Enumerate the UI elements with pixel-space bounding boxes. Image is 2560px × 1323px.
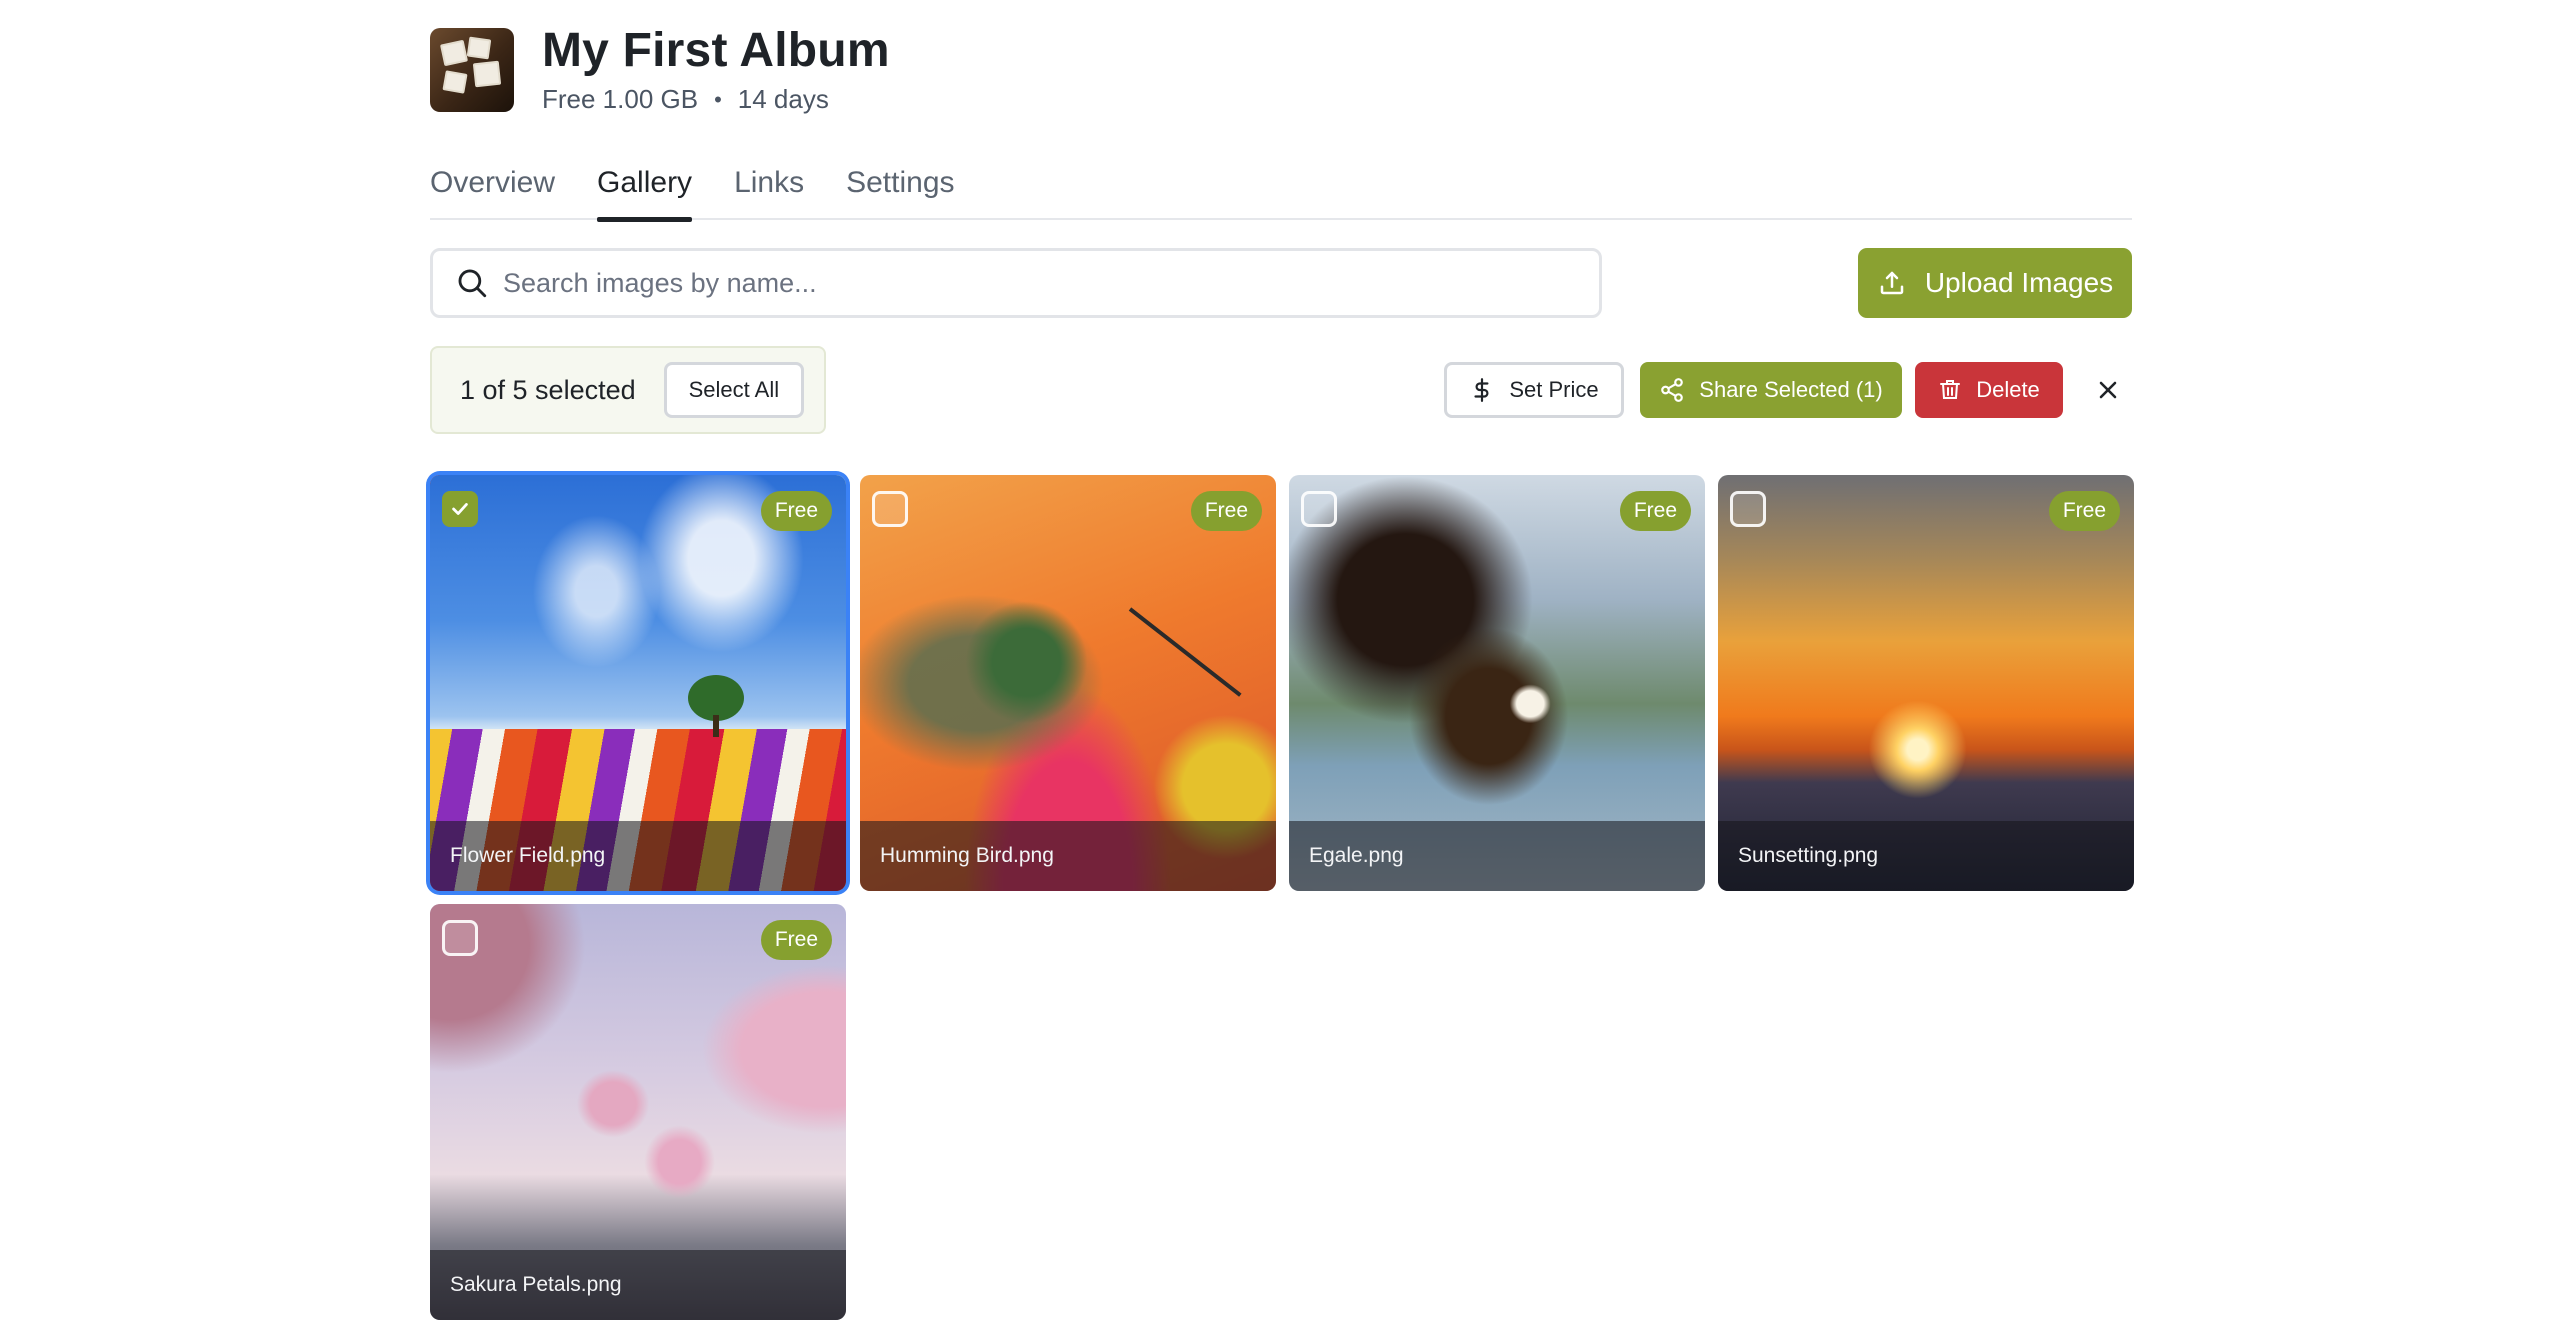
select-all-button[interactable]: Select All [663,362,805,418]
price-badge: Free [1190,491,1262,531]
delete-label: Delete [1976,377,2040,402]
share-selected-button[interactable]: Share Selected (1) [1640,362,1902,418]
image-checkbox[interactable] [442,491,478,527]
check-icon [452,503,468,515]
tab-settings[interactable]: Settings [846,156,954,220]
album-subtitle: Free 1.00 GB • 14 days [542,84,890,115]
set-price-label: Set Price [1509,377,1599,402]
image-checkbox[interactable] [1730,491,1766,527]
close-icon [2099,381,2117,399]
image-checkbox[interactable] [872,491,908,527]
search-icon [458,269,487,298]
album-duration: 14 days [737,84,829,114]
album-title: My First Album [542,24,890,77]
album-tabs: Overview Gallery Links Settings [430,156,2132,222]
selection-count: 1 of 5 selected [460,374,636,405]
image-filename: Sunsetting.png [1718,821,2134,891]
album-plan: Free 1.00 GB [542,84,699,114]
album-meta: My First Album Free 1.00 GB • 14 days [542,24,890,115]
tab-gallery[interactable]: Gallery [597,156,693,222]
image-card[interactable]: Free Sunsetting.png [1718,475,2134,891]
set-price-button[interactable]: Set Price [1444,362,1624,418]
image-card[interactable]: Free Sakura Petals.png [430,904,846,1320]
share-icon [1661,378,1684,402]
price-badge: Free [760,920,832,960]
share-selected-label: Share Selected (1) [1699,377,1883,402]
image-card[interactable]: Free Flower Field.png [430,475,846,891]
image-filename: Humming Bird.png [860,821,1276,891]
meta-separator: • [714,86,722,112]
search-input[interactable] [503,267,1503,299]
album-cover-thumbnail [430,27,514,112]
upload-images-button[interactable]: Upload Images [1858,248,2132,318]
image-checkbox[interactable] [442,920,478,956]
image-card[interactable]: Free Humming Bird.png [860,475,1276,891]
delete-button[interactable]: Delete [1915,362,2063,418]
clear-selection-button[interactable] [2090,372,2126,408]
image-filename: Sakura Petals.png [430,1250,846,1320]
tab-overview[interactable]: Overview [430,156,555,220]
price-badge: Free [760,491,832,531]
trash-icon [1940,380,1961,399]
image-card[interactable]: Free Egale.png [1289,475,1705,891]
image-filename: Flower Field.png [430,821,846,891]
album-header: My First Album Free 1.00 GB • 14 days [430,24,890,115]
image-filename: Egale.png [1289,821,1705,891]
search-box [430,248,1602,318]
price-badge: Free [2048,491,2120,531]
upload-images-label: Upload Images [1924,267,2114,298]
selection-status-box: 1 of 5 selected Select All [430,346,826,434]
image-checkbox[interactable] [1301,491,1337,527]
tab-links[interactable]: Links [734,156,804,220]
upload-icon [1880,271,1904,295]
album-page: My First Album Free 1.00 GB • 14 days Ov… [430,0,2134,1323]
price-badge: Free [1619,491,1691,531]
dollar-icon [1474,378,1489,402]
